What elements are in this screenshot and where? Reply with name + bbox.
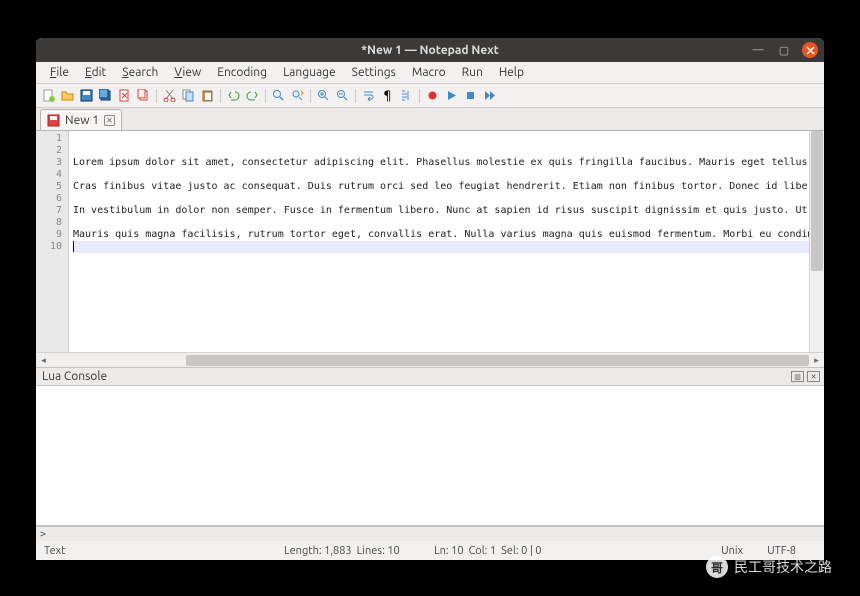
minimize-button[interactable]: — — [750, 42, 766, 58]
show-whitespace-icon[interactable]: ¶ — [379, 87, 396, 104]
editor[interactable]: 12345678910 Lorem ipsum dolor sit amet, … — [36, 131, 824, 352]
line-number: 7 — [36, 205, 68, 217]
status-eol: Unix — [721, 545, 743, 557]
toolbar: ¶ — [36, 84, 824, 108]
window-title: *New 1 — Notepad Next — [36, 44, 824, 57]
text-content[interactable]: Lorem ipsum dolor sit amet, consectetur … — [69, 131, 809, 352]
text-line[interactable]: In vestibulum in dolor non semper. Fusce… — [73, 205, 809, 217]
line-number: 5 — [36, 181, 68, 193]
tab-bar: New 1 ✕ — [36, 108, 824, 131]
watermark-icon: 哥 — [706, 556, 728, 578]
find-icon[interactable] — [270, 87, 287, 104]
status-encoding: UTF-8 — [767, 545, 796, 557]
close-button[interactable] — [802, 42, 818, 58]
macro-play-icon[interactable] — [443, 87, 460, 104]
line-number: 2 — [36, 145, 68, 157]
text-line[interactable] — [73, 133, 809, 145]
menu-settings[interactable]: Settings — [344, 64, 404, 81]
tab-new-1[interactable]: New 1 ✕ — [40, 109, 122, 130]
lua-console-output[interactable] — [36, 386, 824, 526]
line-number-gutter: 12345678910 — [36, 131, 69, 352]
copy-icon[interactable] — [180, 87, 197, 104]
lua-close-icon[interactable]: ✕ — [807, 371, 820, 382]
undo-icon[interactable] — [225, 87, 242, 104]
text-line[interactable]: Mauris quis magna facilisis, rutrum tort… — [73, 229, 809, 241]
watermark-text: 民工哥技术之路 — [734, 557, 832, 577]
zoom-out-icon[interactable] — [334, 87, 351, 104]
line-number: 4 — [36, 169, 68, 181]
macro-stop-icon[interactable] — [462, 87, 479, 104]
watermark: 哥 民工哥技术之路 — [706, 556, 832, 578]
redo-icon[interactable] — [244, 87, 261, 104]
status-position: Ln: 10 Col: 1 Sel: 0 | 0 — [434, 545, 634, 557]
status-filetype: Text — [44, 545, 284, 557]
vertical-scrollbar[interactable] — [809, 131, 824, 352]
word-wrap-icon[interactable] — [360, 87, 377, 104]
status-length: Length: 1,883 Lines: 10 — [284, 545, 434, 557]
maximize-button[interactable]: ▢ — [776, 42, 792, 58]
menu-macro[interactable]: Macro — [404, 64, 454, 81]
menu-bar: FileEditSearchViewEncodingLanguageSettin… — [36, 62, 824, 84]
save-icon[interactable] — [78, 87, 95, 104]
menu-file[interactable]: File — [42, 64, 77, 81]
line-number: 8 — [36, 217, 68, 229]
line-number: 10 — [36, 241, 68, 253]
replace-icon[interactable] — [289, 87, 306, 104]
menu-run[interactable]: Run — [454, 64, 491, 81]
menu-help[interactable]: Help — [491, 64, 532, 81]
text-line[interactable] — [73, 241, 809, 253]
lua-console-title: Lua Console — [42, 370, 107, 383]
line-number: 9 — [36, 229, 68, 241]
scroll-left-icon[interactable]: ◂ — [36, 354, 51, 367]
lua-console-input[interactable]: > — [36, 526, 824, 541]
close-tab-icon[interactable] — [116, 87, 133, 104]
scroll-right-icon[interactable]: ▸ — [809, 354, 824, 367]
text-line[interactable] — [73, 217, 809, 229]
line-number: 3 — [36, 157, 68, 169]
menu-language[interactable]: Language — [275, 64, 344, 81]
menu-view[interactable]: View — [166, 64, 209, 81]
lua-undock-icon[interactable]: ▥ — [791, 371, 804, 382]
window-titlebar: *New 1 — Notepad Next — ▢ — [36, 38, 824, 62]
file-modified-icon — [47, 114, 60, 127]
menu-edit[interactable]: Edit — [77, 64, 114, 81]
open-folder-icon[interactable] — [59, 87, 76, 104]
line-number: 1 — [36, 133, 68, 145]
new-file-icon[interactable] — [40, 87, 57, 104]
text-line[interactable] — [73, 145, 809, 157]
zoom-in-icon[interactable] — [315, 87, 332, 104]
tab-close-icon[interactable]: ✕ — [104, 115, 115, 126]
close-all-icon[interactable] — [135, 87, 152, 104]
text-line[interactable] — [73, 169, 809, 181]
save-all-icon[interactable] — [97, 87, 114, 104]
text-line[interactable]: Lorem ipsum dolor sit amet, consectetur … — [73, 157, 809, 169]
text-line[interactable]: Cras finibus vitae justo ac consequat. D… — [73, 181, 809, 193]
menu-search[interactable]: Search — [114, 64, 166, 81]
macro-record-icon[interactable] — [424, 87, 441, 104]
lua-console-header: Lua Console ▥ ✕ — [36, 367, 824, 386]
cut-icon[interactable] — [161, 87, 178, 104]
macro-run-multi-icon[interactable] — [481, 87, 498, 104]
tab-label: New 1 — [65, 114, 99, 127]
text-line[interactable] — [73, 193, 809, 205]
menu-encoding[interactable]: Encoding — [209, 64, 275, 81]
line-number: 6 — [36, 193, 68, 205]
indent-guide-icon[interactable] — [398, 87, 415, 104]
horizontal-scrollbar[interactable]: ◂ ▸ — [36, 352, 824, 367]
paste-icon[interactable] — [199, 87, 216, 104]
